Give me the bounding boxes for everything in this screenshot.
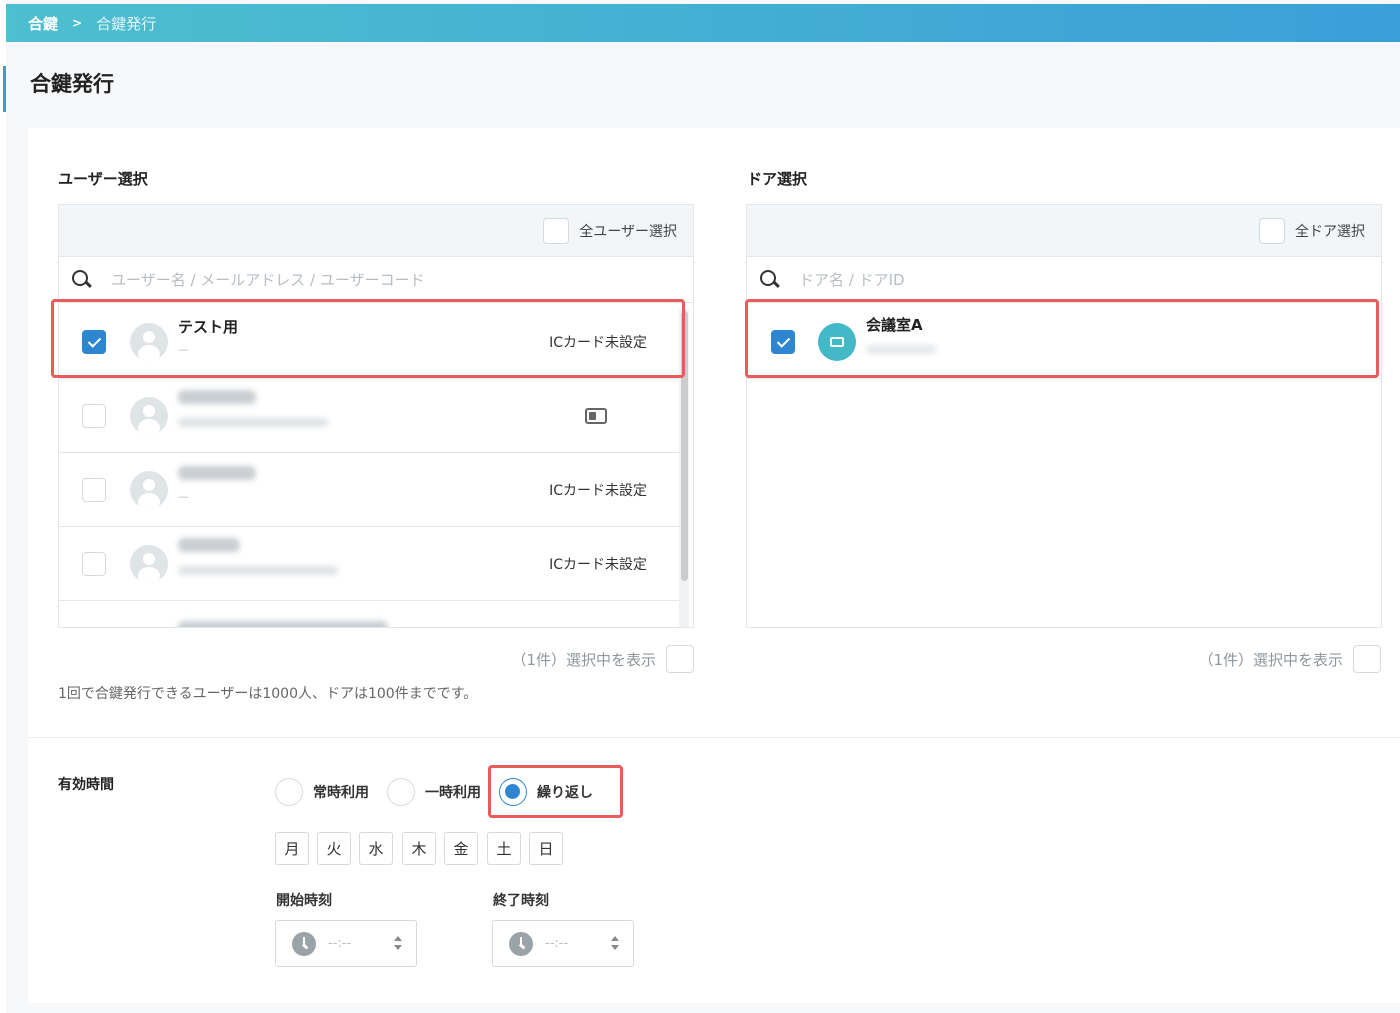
user-sub: — xyxy=(178,489,189,503)
user-search-row xyxy=(59,257,693,303)
door-id-redacted xyxy=(866,344,936,354)
start-time-label: 開始時刻 xyxy=(276,893,332,909)
left-gutter xyxy=(0,0,6,1013)
user-list-scrollbar-thumb[interactable] xyxy=(681,311,688,581)
radio-temporary-circle[interactable] xyxy=(387,778,415,806)
user-list-panel: 全ユーザー選択 テスト用 — ICカード未設定 — ICカード未設定 xyxy=(58,204,694,628)
radio-repeat-label: 繰り返し xyxy=(537,785,593,801)
day-fri-button[interactable]: 金 xyxy=(444,832,478,865)
select-all-doors-label: 全ドア選択 xyxy=(1295,223,1365,240)
end-time-spinner-icon[interactable] xyxy=(611,936,619,952)
day-sun-button[interactable]: 日 xyxy=(529,832,563,865)
door-icon xyxy=(818,322,856,361)
section-divider xyxy=(28,737,1400,738)
search-icon xyxy=(71,269,93,291)
user-name-redacted xyxy=(178,621,388,627)
day-thu-button[interactable]: 木 xyxy=(402,832,436,865)
breadcrumb-root-link[interactable]: 合鍵 xyxy=(28,13,58,34)
breadcrumb-current: 合鍵発行 xyxy=(96,14,157,33)
user-name: テスト用 xyxy=(178,317,239,336)
user-list-item[interactable] xyxy=(59,601,679,627)
select-all-doors-checkbox[interactable] xyxy=(1259,217,1285,244)
door-list-item[interactable]: 会議室A xyxy=(747,305,1381,379)
show-selected-users-checkbox[interactable] xyxy=(666,645,694,673)
end-time-input[interactable]: --:-- xyxy=(492,920,634,967)
user-ic-status: ICカード未設定 xyxy=(549,334,647,351)
user-row-checkbox[interactable] xyxy=(82,329,106,354)
user-name-redacted xyxy=(178,389,256,404)
door-selected-count: （1件）選択中を表示 xyxy=(1198,645,1381,673)
clock-icon xyxy=(509,931,533,956)
user-avatar-icon xyxy=(130,322,168,361)
user-row-checkbox[interactable] xyxy=(82,551,106,576)
day-wed-button[interactable]: 水 xyxy=(359,832,393,865)
user-list-item[interactable]: ICカード未設定 xyxy=(59,527,679,601)
breadcrumb-separator: > xyxy=(72,16,83,30)
user-name-redacted xyxy=(178,537,240,552)
day-sat-button[interactable]: 土 xyxy=(487,832,521,865)
title-accent-bar xyxy=(3,66,6,112)
door-panel-header: 全ドア選択 xyxy=(747,205,1381,257)
user-row-checkbox[interactable] xyxy=(82,403,106,428)
user-selected-count: （1件）選択中を表示 xyxy=(511,645,694,673)
clock-icon xyxy=(292,931,316,956)
door-search-row xyxy=(747,257,1381,303)
user-row-checkbox[interactable] xyxy=(82,477,106,502)
radio-always[interactable]: 常時利用 xyxy=(275,778,369,806)
radio-always-circle[interactable] xyxy=(275,778,303,806)
radio-temporary[interactable]: 一時利用 xyxy=(387,778,481,806)
day-mon-button[interactable]: 月 xyxy=(275,832,309,865)
limit-note: 1回で合鍵発行できるユーザーは1000人、ドアは100件までです。 xyxy=(58,686,478,702)
user-search-input[interactable] xyxy=(111,270,609,289)
user-list-scrollbar[interactable] xyxy=(679,309,689,627)
radio-always-label: 常時利用 xyxy=(313,785,369,801)
user-ic-status: ICカード未設定 xyxy=(549,556,647,573)
start-time-input[interactable]: --:-- xyxy=(275,920,417,967)
breadcrumb: 合鍵 > 合鍵発行 xyxy=(6,4,1400,42)
user-name-redacted xyxy=(178,465,256,480)
user-list-item[interactable]: テスト用 — ICカード未設定 xyxy=(59,305,679,379)
show-selected-doors-checkbox[interactable] xyxy=(1353,645,1381,673)
start-time-value: --:-- xyxy=(328,936,352,951)
user-panel-header: 全ユーザー選択 xyxy=(59,205,693,257)
day-tue-button[interactable]: 火 xyxy=(317,832,351,865)
door-name: 会議室A xyxy=(866,315,923,334)
user-avatar-icon xyxy=(130,396,168,435)
door-selected-count-label: （1件）選択中を表示 xyxy=(1198,650,1343,669)
user-email-redacted xyxy=(178,565,338,575)
door-section-label: ドア選択 xyxy=(747,170,808,188)
search-icon xyxy=(759,269,781,291)
radio-repeat[interactable]: 繰り返し xyxy=(499,778,593,806)
user-list-item[interactable]: — ICカード未設定 xyxy=(59,453,679,527)
ic-card-icon xyxy=(585,407,607,424)
user-selected-count-label: （1件）選択中を表示 xyxy=(511,650,656,669)
end-time-value: --:-- xyxy=(545,936,569,951)
end-time-label: 終了時刻 xyxy=(493,893,549,909)
door-row-checkbox[interactable] xyxy=(771,329,795,354)
radio-repeat-circle[interactable] xyxy=(499,778,527,806)
page-title: 合鍵発行 xyxy=(30,72,114,96)
radio-temporary-label: 一時利用 xyxy=(425,785,481,801)
user-avatar-icon xyxy=(130,470,168,509)
user-sub: — xyxy=(178,342,189,356)
user-section-label: ユーザー選択 xyxy=(58,170,148,188)
select-all-users-label: 全ユーザー選択 xyxy=(579,223,677,240)
door-search-input[interactable] xyxy=(799,270,1297,289)
user-list-item[interactable] xyxy=(59,379,679,453)
select-all-users-checkbox[interactable] xyxy=(543,217,570,244)
user-email-redacted xyxy=(178,417,328,427)
door-list-panel: 全ドア選択 会議室A xyxy=(746,204,1382,628)
start-time-spinner-icon[interactable] xyxy=(394,936,402,952)
user-ic-status: ICカード未設定 xyxy=(549,482,647,499)
user-avatar-icon xyxy=(130,544,168,583)
validity-label: 有効時間 xyxy=(58,777,114,793)
